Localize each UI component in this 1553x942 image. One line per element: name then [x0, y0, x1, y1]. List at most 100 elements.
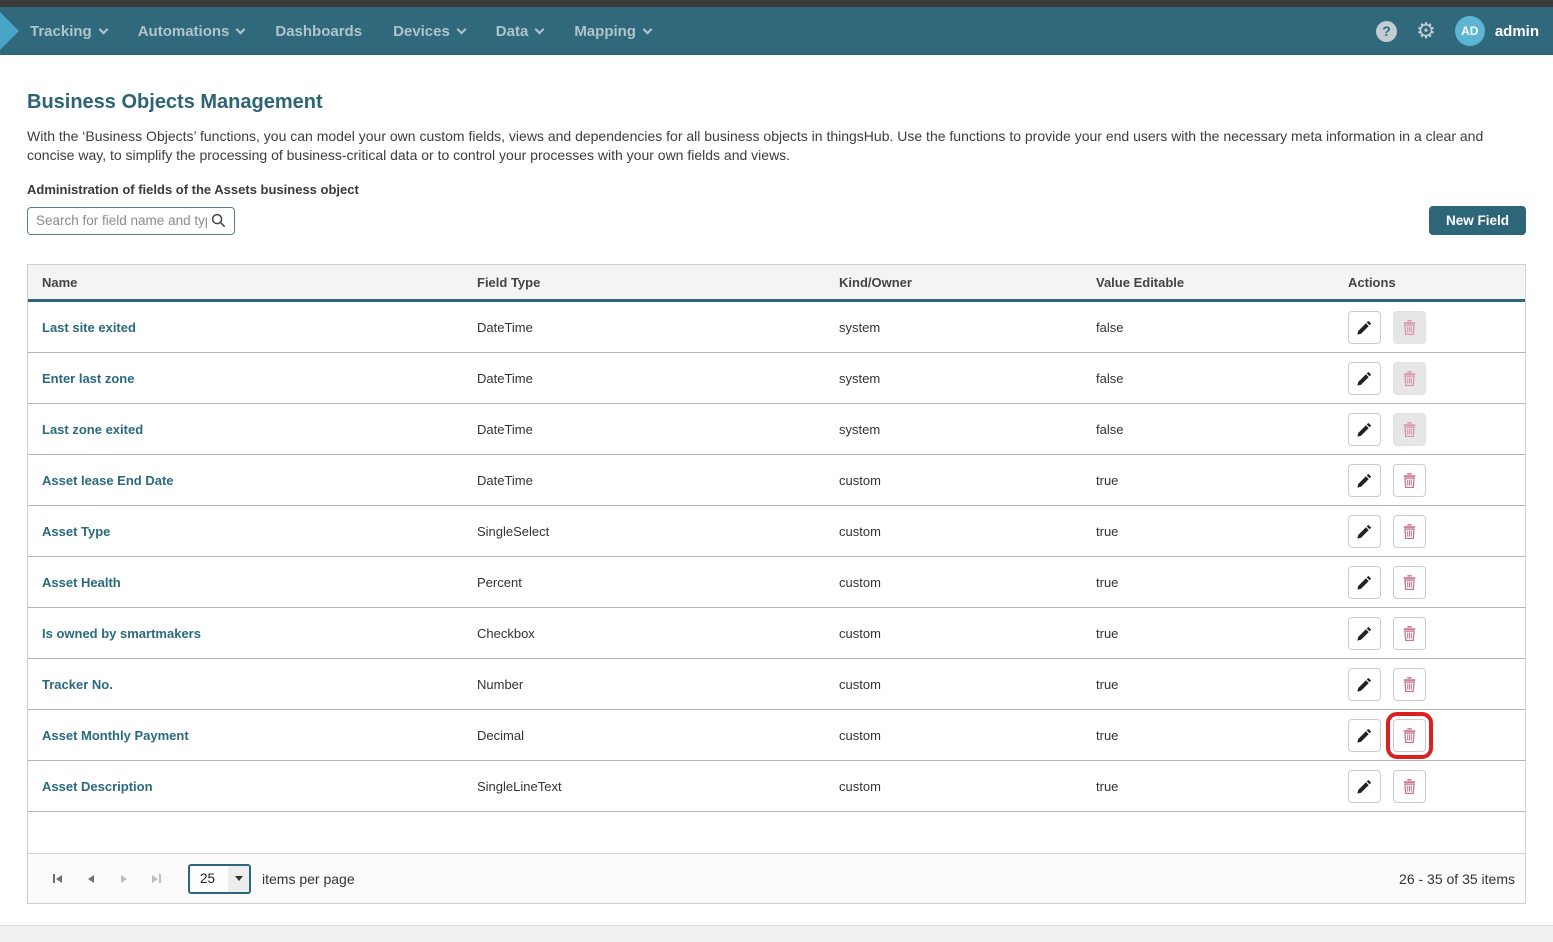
value-editable-value: true [1082, 779, 1334, 794]
field-name-link[interactable]: Asset Monthly Payment [42, 728, 189, 743]
items-per-page-select[interactable]: 25 [188, 864, 251, 894]
search-icon[interactable] [211, 213, 226, 228]
field-name-link[interactable]: Last site exited [42, 320, 136, 335]
nav-menu: Tracking Automations Dashboards Devices … [30, 23, 651, 40]
field-type-value: DateTime [463, 473, 825, 488]
field-type-value: DateTime [463, 320, 825, 335]
delete-field-button[interactable] [1393, 617, 1426, 650]
edit-field-button[interactable] [1348, 311, 1381, 344]
search-box [27, 207, 235, 235]
delete-field-button [1393, 311, 1426, 344]
column-header-name: Name [28, 275, 463, 290]
window-top-strip [0, 0, 1553, 7]
avatar: AD [1455, 16, 1485, 46]
nav-item-tracking[interactable]: Tracking [30, 23, 107, 40]
username-label: admin [1495, 23, 1539, 40]
table-header: Name Field Type Kind/Owner Value Editabl… [28, 265, 1525, 302]
nav-item-devices[interactable]: Devices [393, 23, 465, 40]
kind-owner-value: system [825, 422, 1082, 437]
edit-field-button[interactable] [1348, 362, 1381, 395]
edit-field-button[interactable] [1348, 617, 1381, 650]
toolbar: New Field [27, 206, 1526, 235]
kind-owner-value: custom [825, 524, 1082, 539]
sidebar-expand-arrow-icon[interactable] [0, 12, 19, 50]
field-type-value: Percent [463, 575, 825, 590]
chevron-down-icon [535, 24, 545, 34]
edit-field-button[interactable] [1348, 668, 1381, 701]
first-page-button[interactable] [41, 862, 74, 895]
value-editable-value: true [1082, 677, 1334, 692]
field-name-link[interactable]: Asset Health [42, 575, 121, 590]
table-empty-row [28, 812, 1525, 853]
kind-owner-value: system [825, 371, 1082, 386]
table-row: Asset lease End Date DateTime custom tru… [28, 455, 1525, 506]
delete-field-button[interactable] [1393, 464, 1426, 497]
delete-field-button [1393, 413, 1426, 446]
delete-field-button[interactable] [1393, 668, 1426, 701]
nav-item-mapping[interactable]: Mapping [574, 23, 651, 40]
field-type-value: Number [463, 677, 825, 692]
user-menu[interactable]: AD admin [1455, 16, 1539, 46]
edit-field-button[interactable] [1348, 770, 1381, 803]
nav-item-automations[interactable]: Automations [138, 23, 245, 40]
gear-icon[interactable]: ⚙ [1416, 20, 1436, 42]
table-row: Tracker No. Number custom true [28, 659, 1525, 710]
edit-field-button[interactable] [1348, 413, 1381, 446]
edit-field-button[interactable] [1348, 566, 1381, 599]
kind-owner-value: system [825, 320, 1082, 335]
table-row: Asset Monthly Payment Decimal custom tru… [28, 710, 1525, 761]
table-row: Asset Type SingleSelect custom true [28, 506, 1525, 557]
field-name-link[interactable]: Is owned by smartmakers [42, 626, 201, 641]
value-editable-value: true [1082, 728, 1334, 743]
field-type-value: Checkbox [463, 626, 825, 641]
field-type-value: DateTime [463, 371, 825, 386]
fields-table: Name Field Type Kind/Owner Value Editabl… [27, 264, 1526, 904]
column-header-field-type: Field Type [463, 275, 825, 290]
delete-field-button-highlighted[interactable] [1393, 719, 1426, 752]
help-icon[interactable]: ? [1376, 21, 1397, 42]
items-per-page-value: 25 [190, 866, 228, 892]
field-type-value: DateTime [463, 422, 825, 437]
delete-field-button[interactable] [1393, 566, 1426, 599]
kind-owner-value: custom [825, 575, 1082, 590]
value-editable-value: true [1082, 524, 1334, 539]
chevron-down-icon [456, 24, 466, 34]
table-row: Last site exited DateTime system false [28, 302, 1525, 353]
edit-field-button[interactable] [1348, 464, 1381, 497]
value-editable-value: false [1082, 371, 1334, 386]
last-page-button[interactable] [140, 862, 173, 895]
previous-page-button[interactable] [74, 862, 107, 895]
search-input[interactable] [36, 213, 207, 228]
delete-field-button[interactable] [1393, 770, 1426, 803]
value-editable-value: false [1082, 320, 1334, 335]
table-row: Enter last zone DateTime system false [28, 353, 1525, 404]
field-name-link[interactable]: Tracker No. [42, 677, 113, 692]
page-title: Business Objects Management [27, 55, 1526, 114]
field-name-link[interactable]: Asset lease End Date [42, 473, 174, 488]
nav-item-data[interactable]: Data [496, 23, 544, 40]
field-name-link[interactable]: Enter last zone [42, 371, 134, 386]
edit-field-button[interactable] [1348, 515, 1381, 548]
edit-field-button[interactable] [1348, 719, 1381, 752]
field-type-value: SingleLineText [463, 779, 825, 794]
main-content: Business Objects Management With the ‘Bu… [0, 55, 1553, 926]
chevron-down-icon [236, 24, 246, 34]
field-name-link[interactable]: Asset Type [42, 524, 110, 539]
kind-owner-value: custom [825, 779, 1082, 794]
field-name-link[interactable]: Asset Description [42, 779, 153, 794]
top-navbar: Tracking Automations Dashboards Devices … [0, 7, 1553, 55]
page-description: With the ‘Business Objects’ functions, y… [27, 127, 1526, 165]
kind-owner-value: custom [825, 473, 1082, 488]
column-header-value-editable: Value Editable [1082, 275, 1334, 290]
kind-owner-value: custom [825, 626, 1082, 641]
next-page-button[interactable] [107, 862, 140, 895]
kind-owner-value: custom [825, 677, 1082, 692]
new-field-button[interactable]: New Field [1429, 206, 1526, 235]
delete-field-button[interactable] [1393, 515, 1426, 548]
items-per-page-label: items per page [262, 871, 355, 887]
nav-item-dashboards[interactable]: Dashboards [275, 23, 362, 40]
navbar-right: ? ⚙ AD admin [1376, 16, 1553, 46]
chevron-down-icon [643, 24, 653, 34]
field-name-link[interactable]: Last zone exited [42, 422, 143, 437]
section-heading: Administration of fields of the Assets b… [27, 182, 1526, 197]
